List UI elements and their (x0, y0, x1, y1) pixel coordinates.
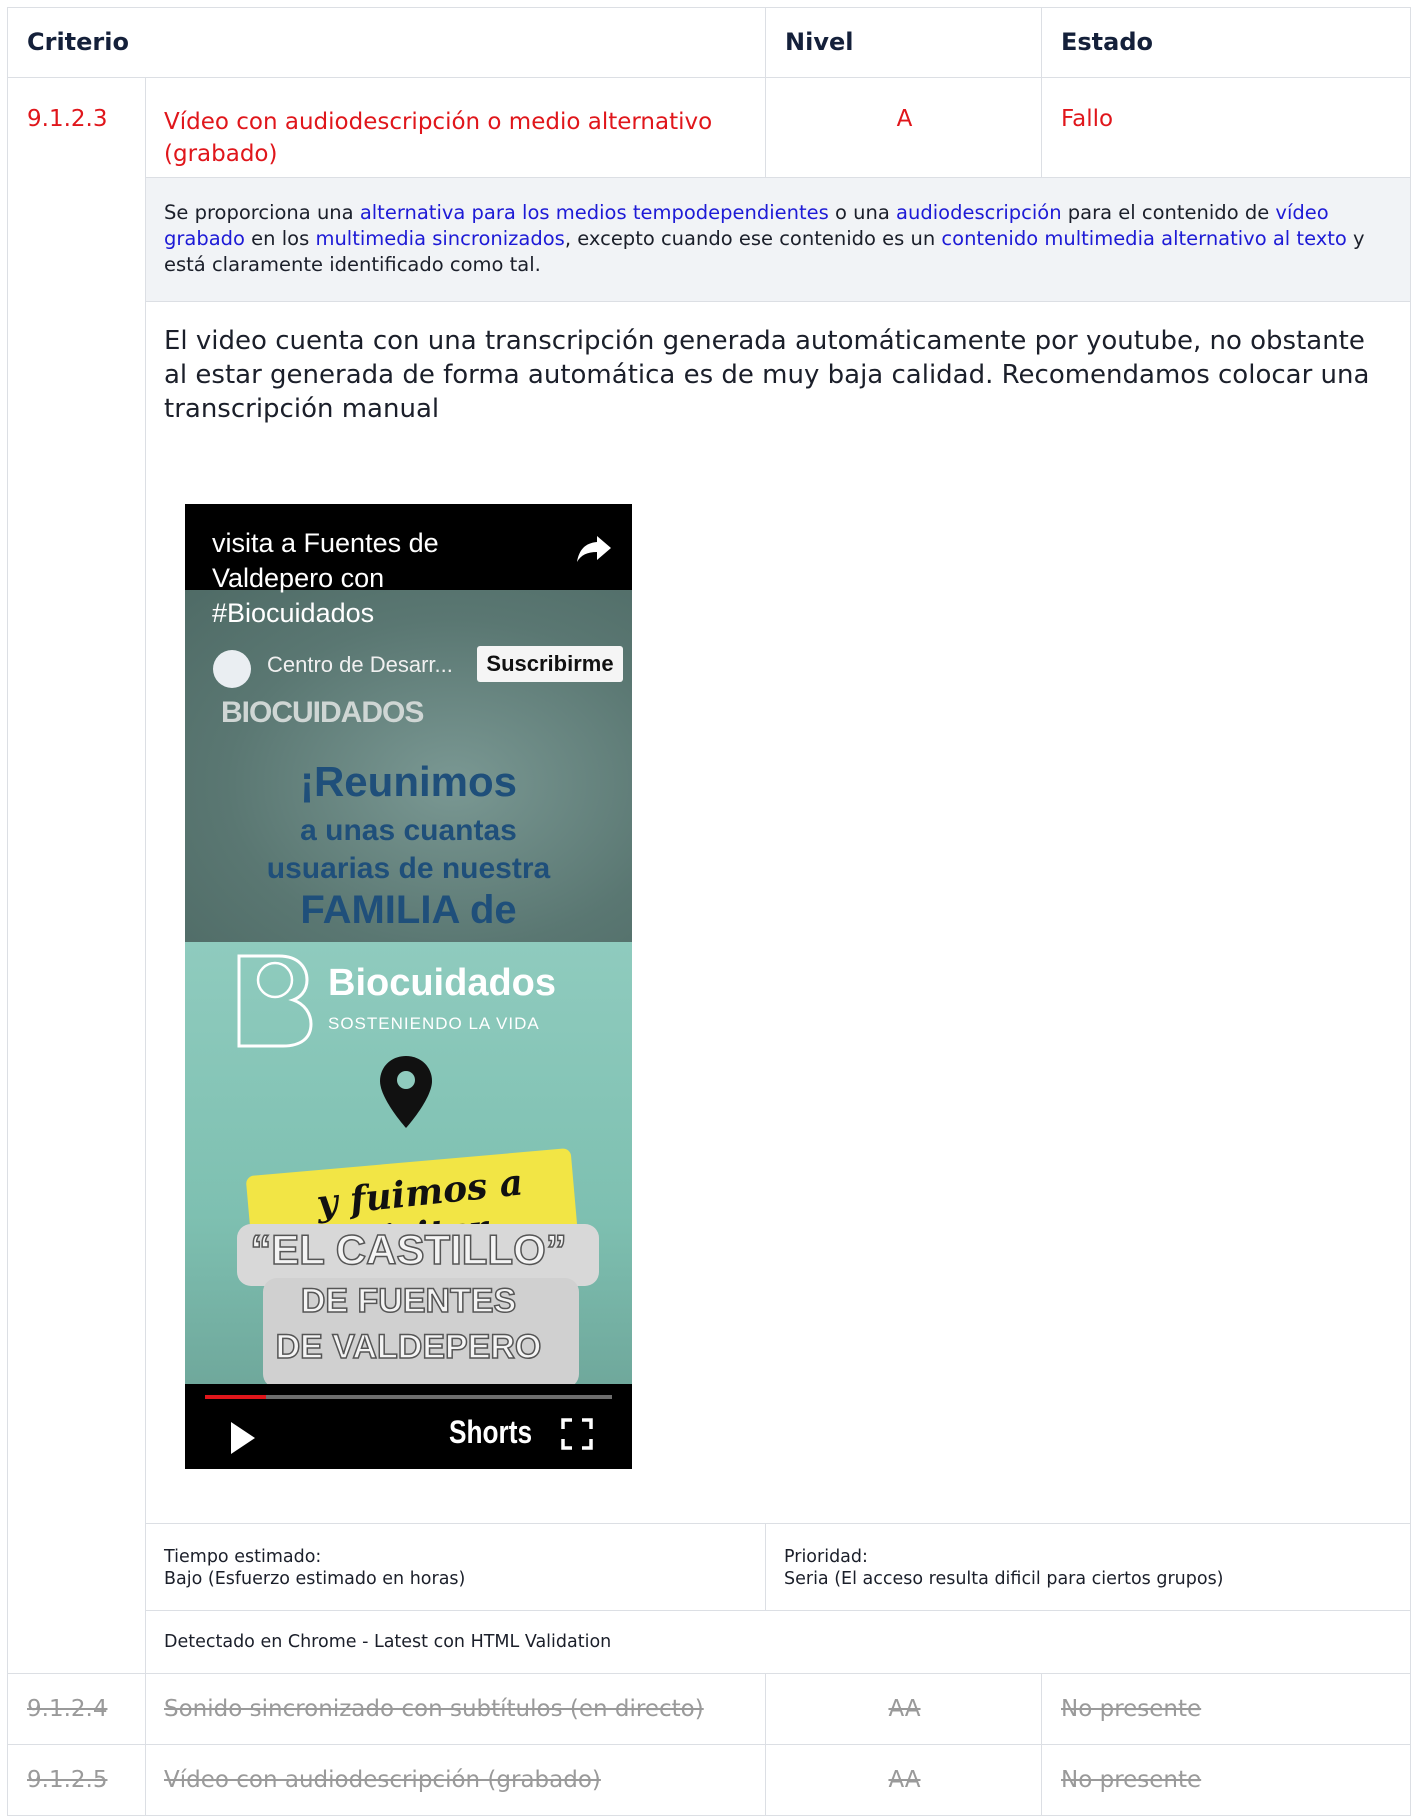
criterion-status: Fallo (1061, 106, 1114, 132)
fullscreen-icon[interactable] (561, 1418, 593, 1450)
criterion-description: Se proporciona una alternativa para los … (145, 177, 1411, 302)
row-9-1-2-5-level-cell: AA (765, 1744, 1042, 1816)
criterion-title[interactable]: Vídeo con audiodescripción (grabado) (164, 1767, 601, 1793)
desc-text: Se proporciona una (164, 201, 360, 224)
criterion-status: No presente (1061, 1696, 1202, 1722)
overlay-text-4: FAMILIA de (300, 888, 517, 932)
criterion-id: 9.1.2.4 (27, 1696, 108, 1722)
link-alternativa-medios[interactable]: alternativa para los medios tempodependi… (360, 201, 829, 224)
criterion-id: 9.1.2.3 (27, 106, 108, 132)
overlay-text-3: usuarias de nuestra (266, 852, 551, 885)
subscribe-button[interactable]: Suscribirme (477, 646, 623, 682)
row-9-1-2-4-level-cell: AA (765, 1673, 1042, 1745)
status-cell: Fallo (1041, 77, 1411, 178)
desc-text: en los (244, 227, 316, 250)
row-9-1-2-5-id-cell: 9.1.2.5 (7, 1744, 146, 1816)
channel-info[interactable]: Centro de Desarr... (213, 646, 473, 688)
criterion-level: AA (888, 1696, 921, 1722)
link-audiodescripcion[interactable]: audiodescripción (896, 201, 1062, 224)
col-header-nivel: Nivel (765, 7, 1042, 78)
estimated-time-cell: Tiempo estimado: Bajo (Esfuerzo estimado… (145, 1523, 766, 1611)
video-frame[interactable]: BIOCUIDADOS ¡Reunimos a unas cuantas usu… (185, 590, 632, 1398)
col-header-criterio: Criterio (7, 7, 766, 78)
castle-text-1: “EL CASTILLO” (249, 1225, 567, 1274)
desc-text: o una (828, 201, 897, 224)
detected-cell: Detectado en Chrome - Latest con HTML Va… (145, 1610, 1411, 1674)
criterion-id: 9.1.2.5 (27, 1767, 108, 1793)
estimated-time-label: Tiempo estimado: (164, 1547, 322, 1567)
video-upper-scene: BIOCUIDADOS ¡Reunimos a unas cuantas usu… (185, 590, 632, 942)
desc-text: para el contenido de (1061, 201, 1276, 224)
video-lower-scene: Biocuidados SOSTENIENDO LA VIDA y fuimos… (185, 942, 632, 1398)
link-contenido-multimedia-alternativo[interactable]: contenido multimedia alternativo al text… (941, 227, 1346, 250)
estimated-time-value: Bajo (Esfuerzo estimado en horas) (164, 1569, 466, 1589)
logo-tagline: SOSTENIENDO LA VIDA (328, 1014, 540, 1033)
criterion-level: A (896, 106, 913, 132)
castle-text-2: DE FUENTES (300, 1281, 517, 1321)
priority-label: Prioridad: (784, 1547, 868, 1567)
progress-fill (205, 1395, 267, 1399)
desc-text: , excepto cuando ese contenido es un (564, 227, 942, 250)
finding-text: El video cuenta con una transcripción ge… (164, 326, 1370, 424)
priority-value: Seria (El acceso resulta dificil para ci… (784, 1569, 1224, 1589)
biocuidados-logo (237, 954, 313, 1048)
detected-text: Detectado en Chrome - Latest con HTML Va… (164, 1632, 612, 1652)
video-controls: Shorts (185, 1384, 632, 1469)
overlay-brand-text: BIOCUIDADOS (221, 696, 424, 729)
share-icon[interactable] (575, 528, 615, 568)
row-9-1-2-5-title-cell[interactable]: Vídeo con audiodescripción (grabado) (145, 1744, 766, 1816)
criterion-title[interactable]: Vídeo con audiodescripción o medio alter… (164, 106, 734, 170)
criterion-status: No presente (1061, 1767, 1202, 1793)
channel-name[interactable]: Centro de Desarr... (267, 648, 453, 682)
criterion-title[interactable]: Sonido sincronizado con subtítulos (en d… (164, 1696, 704, 1722)
row-9-1-2-4-title-cell[interactable]: Sonido sincronizado con subtítulos (en d… (145, 1673, 766, 1745)
channel-avatar[interactable] (213, 650, 251, 688)
col-header-estado: Estado (1041, 7, 1411, 78)
row-9-1-2-4-id-cell: 9.1.2.4 (7, 1673, 146, 1745)
priority-cell: Prioridad: Seria (El acceso resulta difi… (765, 1523, 1411, 1611)
location-pin-icon (380, 1056, 432, 1128)
video-title[interactable]: visita a Fuentes de Valdepero con #Biocu… (212, 526, 512, 631)
level-cell: A (765, 77, 1042, 178)
overlay-text-1: ¡Reunimos (299, 758, 517, 805)
criterion-id-cell: 9.1.2.3 (7, 77, 146, 1674)
castle-text-3: DE VALDEPERO (275, 1327, 542, 1367)
progress-bar[interactable] (205, 1395, 612, 1399)
play-icon[interactable] (231, 1422, 255, 1454)
row-9-1-2-4-status-cell: No presente (1041, 1673, 1411, 1745)
row-9-1-2-5-status-cell: No presente (1041, 1744, 1411, 1816)
criterion-level: AA (888, 1767, 921, 1793)
youtube-shorts-embed[interactable]: BIOCUIDADOS ¡Reunimos a unas cuantas usu… (185, 504, 632, 1469)
link-multimedia-sincronizados[interactable]: multimedia sincronizados (315, 227, 564, 250)
shorts-logo[interactable]: Shorts (449, 1414, 532, 1451)
video-title-bar: visita a Fuentes de Valdepero con #Biocu… (185, 504, 632, 628)
logo-name: Biocuidados (328, 962, 557, 1004)
overlay-text-2: a unas cuantas (300, 814, 517, 847)
criterion-title-cell[interactable]: Vídeo con audiodescripción o medio alter… (145, 77, 766, 178)
